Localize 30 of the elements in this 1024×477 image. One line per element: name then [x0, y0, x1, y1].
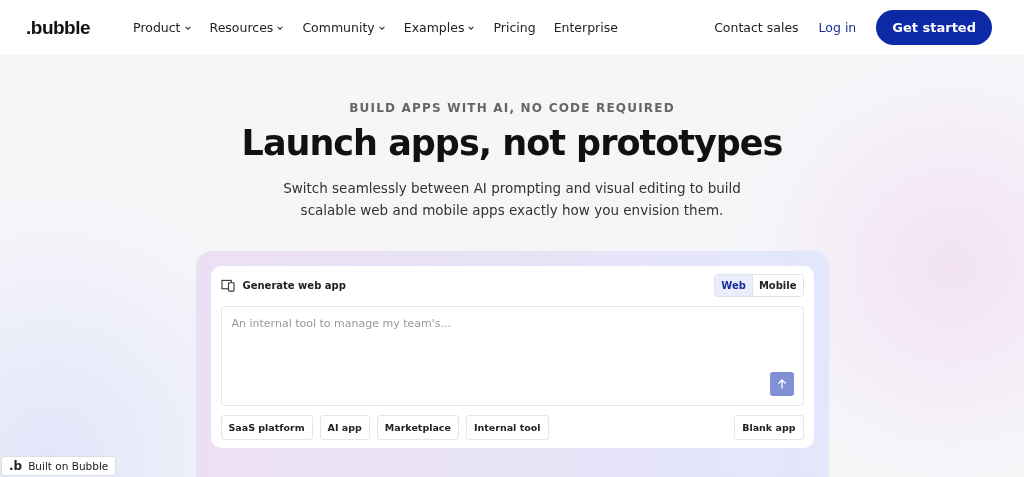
nav-link[interactable]: Product [133, 20, 192, 35]
platform-tab[interactable]: Web [715, 275, 753, 296]
template-chip[interactable]: Internal tool [465, 415, 549, 440]
get-started-button[interactable]: Get started [876, 10, 992, 45]
send-button[interactable] [769, 372, 794, 396]
nav-link[interactable]: Pricing [493, 20, 536, 35]
nav-link[interactable]: Resources [209, 20, 285, 35]
badge-label: Built on Bubble [28, 460, 109, 472]
template-chip[interactable]: SaaS platform [220, 415, 313, 440]
prompt-field[interactable]: An internal tool to manage my team's... [220, 306, 804, 406]
devices-icon [220, 279, 236, 292]
hero-title: Launch apps, not prototypes [241, 123, 783, 163]
template-chip[interactable]: AI app [319, 415, 370, 440]
blank-app-button[interactable]: Blank app [734, 415, 804, 440]
hero-eyebrow: BUILD APPS WITH AI, NO CODE REQUIRED [349, 101, 675, 115]
badge-logo: .b [9, 459, 23, 473]
chevron-down-icon [276, 24, 285, 31]
chevron-down-icon [467, 24, 476, 31]
nav-link[interactable]: Community [302, 20, 386, 35]
nav-link[interactable]: Enterprise [553, 20, 618, 35]
nav-link[interactable]: Examples [403, 20, 476, 35]
hero-subtitle: Switch seamlessly between AI prompting and visual editing to build scalable web and mobile apps exactly how you envision them. [282, 179, 742, 220]
built-on-bubble-badge[interactable]: .b Built on Bubble [1, 456, 117, 476]
bubble-logo[interactable]: .bubble [26, 16, 91, 39]
chevron-down-icon [183, 24, 192, 31]
login-link[interactable]: Log in [818, 20, 857, 35]
chevron-down-icon [377, 24, 386, 31]
contact-sales-link[interactable]: Contact sales [714, 20, 799, 35]
generator-label: Generate web app [242, 280, 346, 291]
template-chip[interactable]: Marketplace [376, 415, 459, 440]
